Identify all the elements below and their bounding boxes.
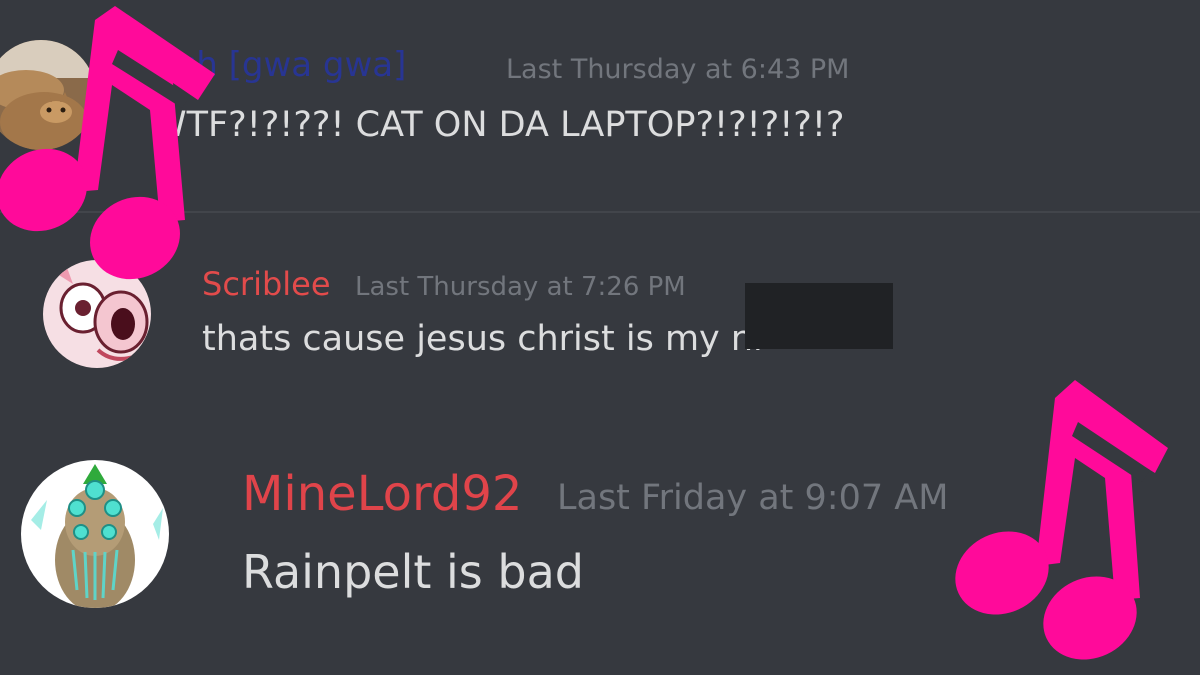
avatar-cat[interactable] (0, 40, 96, 150)
music-note-icon (955, 380, 1168, 660)
avatar-pink-character[interactable] (43, 260, 151, 368)
username[interactable]: Scriblee (202, 268, 331, 300)
username[interactable]: MineLord92 (242, 470, 522, 518)
timestamp: Last Friday at 9:07 AM (557, 478, 949, 518)
message-text: WTF?!?!??! CAT ON DA LAPTOP?!?!?!?!? (152, 105, 845, 145)
username[interactable]: Fish [gwa gwa] (152, 48, 406, 82)
avatar-crystal-character[interactable] (21, 460, 169, 608)
redaction-block (745, 283, 893, 349)
message-divider (0, 211, 1200, 213)
timestamp: Last Thursday at 7:26 PM (355, 272, 686, 302)
timestamp: Last Thursday at 6:43 PM (506, 54, 850, 85)
chat-area: Fish [gwa gwa] Last Thursday at 6:43 PM … (0, 0, 1200, 675)
message-text: Rainpelt is bad (242, 545, 584, 599)
message-text: thats cause jesus christ is my ni (202, 319, 763, 359)
